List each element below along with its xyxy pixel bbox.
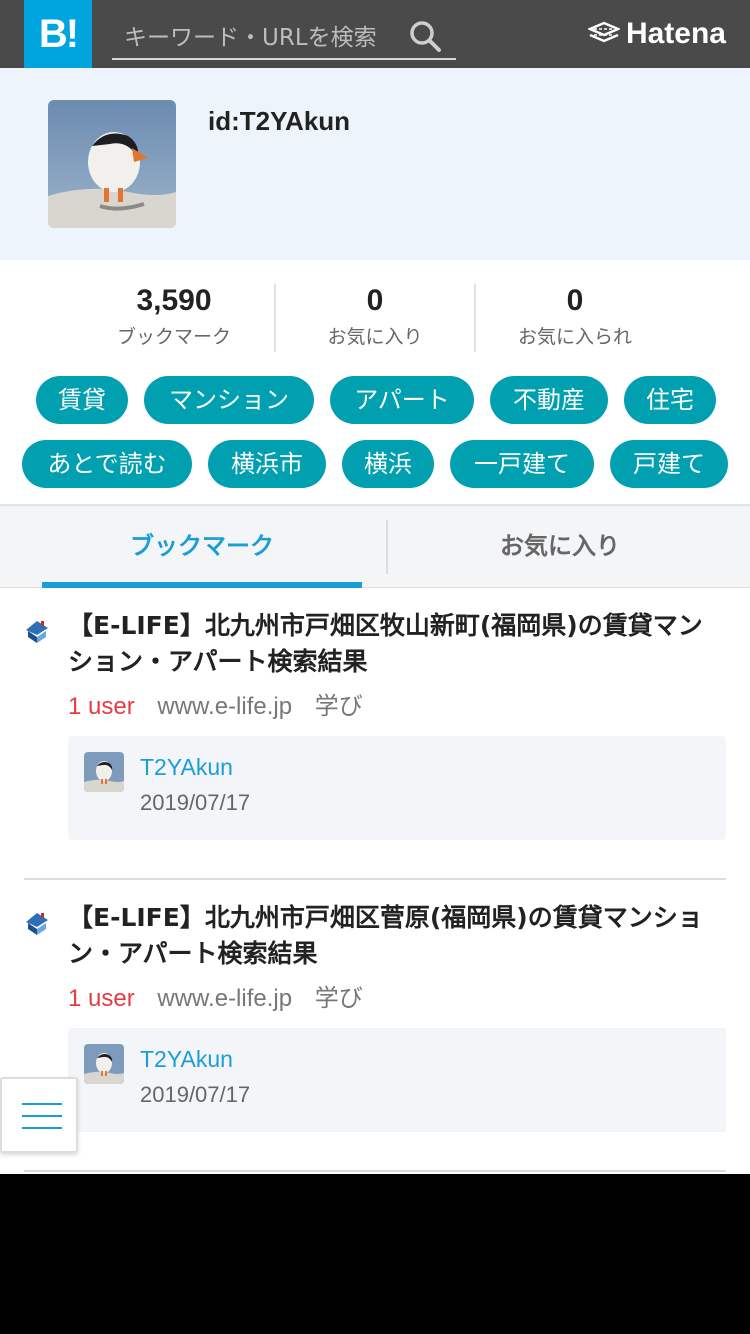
entry-category[interactable]: 学び <box>315 693 363 720</box>
puffin-avatar-image <box>84 752 124 792</box>
tab-bar: ブックマーク お気に入り <box>0 504 750 588</box>
puffin-avatar-image <box>48 100 176 228</box>
top-bar: B! キーワード・URLを検索 Hatena <box>0 0 750 68</box>
house-icon <box>26 913 48 935</box>
tag-chip[interactable]: 横浜市 <box>208 440 326 488</box>
tag-chip[interactable]: マンション <box>144 376 314 424</box>
bookmark-entry: 【E-LIFE】北九州市戸畑区菅原(福岡県)の賃貸マンション・アパート検索結果 … <box>24 903 726 1150</box>
entry-title-link[interactable]: 【E-LIFE】北九州市戸畑区牧山新町(福岡県)の賃貸マンション・アパート検索結… <box>68 608 722 680</box>
stat-label: お気に入られ <box>517 326 632 348</box>
hatena-bookmark-logo[interactable]: B! <box>24 0 92 68</box>
menu-line <box>22 1115 62 1117</box>
tag-row: 賃貸 マンション アパート 不動産 住宅 <box>0 376 750 424</box>
stats-bar: 3,590 ブックマーク 0 お気に入り 0 お気に入られ <box>74 284 676 352</box>
bookmark-entry: 【E-LIFE】北九州市戸畑区牧山新町(福岡県)の賃貸マンション・アパート検索結… <box>24 611 726 858</box>
tag-chip[interactable]: 横浜 <box>342 440 434 488</box>
bookmark-date: 2019/07/17 <box>140 790 251 815</box>
entry-title-link[interactable]: 【E-LIFE】北九州市戸畑区菅原(福岡県)の賃貸マンション・アパート検索結果 <box>68 900 722 972</box>
entry-users-count[interactable]: 1 user <box>68 985 135 1012</box>
bookmark-comment-card: T2YAkun 2019/07/17 <box>68 1028 726 1132</box>
menu-line <box>22 1103 62 1105</box>
entry-users-count[interactable]: 1 user <box>68 693 135 720</box>
entry-domain[interactable]: www.e-life.jp <box>157 693 292 720</box>
tag-chip[interactable]: 一戸建て <box>450 440 594 488</box>
blank-area <box>0 1174 750 1334</box>
search-input[interactable]: キーワード・URLを検索 <box>112 10 456 60</box>
avatar[interactable] <box>48 100 176 228</box>
menu-line <box>22 1127 62 1129</box>
house-icon <box>26 621 48 643</box>
stat-favorites[interactable]: 0 お気に入り <box>274 284 474 352</box>
tag-chip[interactable]: あとで読む <box>22 440 192 488</box>
bookmark-comment-card: T2YAkun 2019/07/17 <box>68 736 726 840</box>
entry-category[interactable]: 学び <box>315 985 363 1012</box>
entry-meta: 1 user www.e-life.jp 学び <box>68 978 363 1013</box>
hamburger-menu-icon[interactable] <box>0 1077 78 1153</box>
hatena-mark-icon <box>587 21 620 43</box>
user-id: id:T2YAkun <box>208 106 351 136</box>
tag-chip[interactable]: アパート <box>330 376 474 424</box>
stat-value: 0 <box>366 284 384 317</box>
profile-header: id:T2YAkun <box>0 68 750 260</box>
tag-chip[interactable]: 不動産 <box>490 376 608 424</box>
stat-bookmarks[interactable]: 3,590 ブックマーク <box>74 284 274 352</box>
tag-chip[interactable]: 戸建て <box>610 440 728 488</box>
entry-meta: 1 user www.e-life.jp 学び <box>68 686 363 721</box>
search-placeholder: キーワード・URLを検索 <box>124 25 377 51</box>
entry-divider <box>24 878 726 880</box>
avatar[interactable] <box>84 752 124 792</box>
tag-chip[interactable]: 賃貸 <box>36 376 128 424</box>
stat-value: 3,590 <box>136 284 212 317</box>
tab-bookmarks[interactable]: ブックマーク <box>42 506 362 588</box>
bookmark-user-link[interactable]: T2YAkun <box>140 1046 233 1073</box>
tab-favorites[interactable]: お気に入り <box>388 506 732 588</box>
puffin-avatar-image <box>84 1044 124 1084</box>
entry-domain[interactable]: www.e-life.jp <box>157 985 292 1012</box>
app-screen: B! キーワード・URLを検索 Hatena id:T2YAkun 3,590 … <box>0 0 750 1174</box>
search-icon[interactable] <box>408 19 442 53</box>
bookmark-date: 2019/07/17 <box>140 1082 251 1107</box>
bookmark-user-link[interactable]: T2YAkun <box>140 754 233 781</box>
stat-label: ブックマーク <box>116 326 231 348</box>
stat-value: 0 <box>566 284 584 317</box>
hatena-brand[interactable]: Hatena <box>587 14 726 54</box>
entry-divider <box>24 1170 726 1172</box>
brand-name: Hatena <box>625 17 726 50</box>
tag-chip[interactable]: 住宅 <box>624 376 716 424</box>
tag-row: あとで読む 横浜市 横浜 一戸建て 戸建て <box>0 440 750 488</box>
stat-label: お気に入り <box>327 326 423 348</box>
stat-favorited-by[interactable]: 0 お気に入られ <box>474 284 674 352</box>
avatar[interactable] <box>84 1044 124 1084</box>
